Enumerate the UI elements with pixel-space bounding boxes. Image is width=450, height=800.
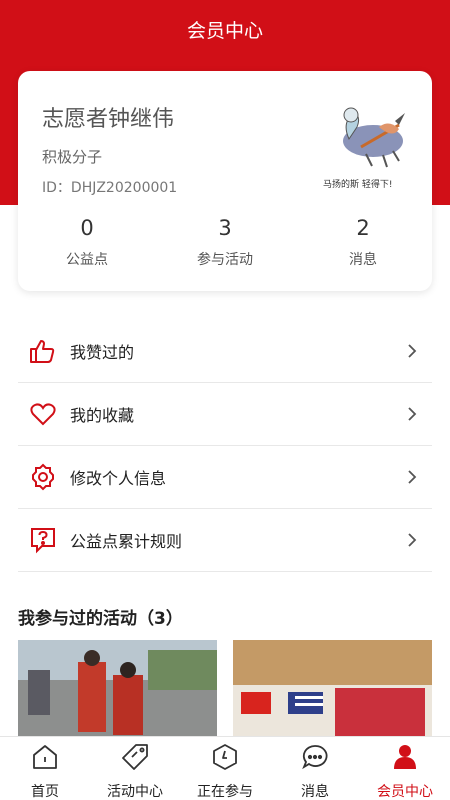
stat-activities[interactable]: 3 参与活动 <box>156 213 294 273</box>
user-icon <box>394 745 416 769</box>
member-level: 积极分子 <box>42 148 103 166</box>
activity-photo <box>233 640 432 740</box>
menu-label: 我的收藏 <box>70 406 135 425</box>
bottom-tab-bar: 首页 活动中心 正在参与 消息 会员中心 <box>0 736 450 800</box>
activity-photo <box>18 640 217 740</box>
tab-label: 正在参与 <box>197 784 253 800</box>
chevron-right-icon <box>408 407 417 421</box>
member-id: ID：DHJZ20200001 <box>42 180 178 196</box>
tab-label: 消息 <box>301 784 329 800</box>
menu-label: 我赞过的 <box>70 343 135 362</box>
tab-label: 活动中心 <box>107 784 163 800</box>
chevron-right-icon <box>408 470 417 484</box>
page-title: 会员中心 <box>186 20 263 42</box>
gear-icon <box>28 462 58 492</box>
question-bubble-icon <box>28 525 58 555</box>
stat-messages[interactable]: 2 消息 <box>294 213 432 273</box>
stat-value: 2 <box>356 216 370 240</box>
stat-value: 0 <box>80 216 94 240</box>
avatar[interactable]: 马扬的斯 轻得下! <box>321 99 411 194</box>
chevron-right-icon <box>408 344 417 358</box>
tab-participating[interactable]: 正在参与 <box>180 737 270 800</box>
tab-label: 会员中心 <box>377 784 433 800</box>
stat-label: 公益点 <box>66 252 108 268</box>
menu-label: 公益点累计规则 <box>70 532 183 551</box>
tab-home[interactable]: 首页 <box>0 737 90 800</box>
thumbs-up-icon <box>28 336 58 366</box>
stats-row: 0 公益点 3 参与活动 2 消息 <box>18 213 432 273</box>
activity-card-donations[interactable] <box>233 640 432 740</box>
activities-section-title: 我参与过的活动（3） <box>18 609 183 629</box>
stat-points[interactable]: 0 公益点 <box>18 213 156 273</box>
avatar-caption: 马扬的斯 轻得下! <box>323 178 392 190</box>
stat-label: 消息 <box>349 252 377 268</box>
tab-label: 首页 <box>31 784 59 800</box>
menu-label: 修改个人信息 <box>70 469 167 488</box>
clock-icon <box>213 744 237 770</box>
tab-activity-center[interactable]: 活动中心 <box>90 737 180 800</box>
heart-icon <box>28 399 58 429</box>
username: 志愿者钟继伟 <box>42 107 175 132</box>
chat-icon <box>302 745 328 770</box>
tab-messages[interactable]: 消息 <box>270 737 360 800</box>
tab-member-center[interactable]: 会员中心 <box>360 737 450 800</box>
menu-item-liked[interactable]: 我赞过的 <box>18 320 432 383</box>
menu-item-points-rules[interactable]: 公益点累计规则 <box>18 509 432 572</box>
menu-item-edit-profile[interactable]: 修改个人信息 <box>18 446 432 509</box>
chevron-right-icon <box>408 533 417 547</box>
menu-item-favorites[interactable]: 我的收藏 <box>18 383 432 446</box>
home-icon <box>33 745 57 769</box>
tag-icon <box>122 744 148 770</box>
stat-label: 参与活动 <box>197 252 253 268</box>
stat-value: 3 <box>218 216 232 240</box>
profile-card: 志愿者钟继伟 积极分子 ID：DHJZ20200001 马扬的斯 轻得下! 0 … <box>18 71 432 291</box>
activity-card-photo[interactable] <box>18 640 217 740</box>
menu-list: 我赞过的 我的收藏 修改个人信息 公益点累计规则 <box>18 320 432 572</box>
